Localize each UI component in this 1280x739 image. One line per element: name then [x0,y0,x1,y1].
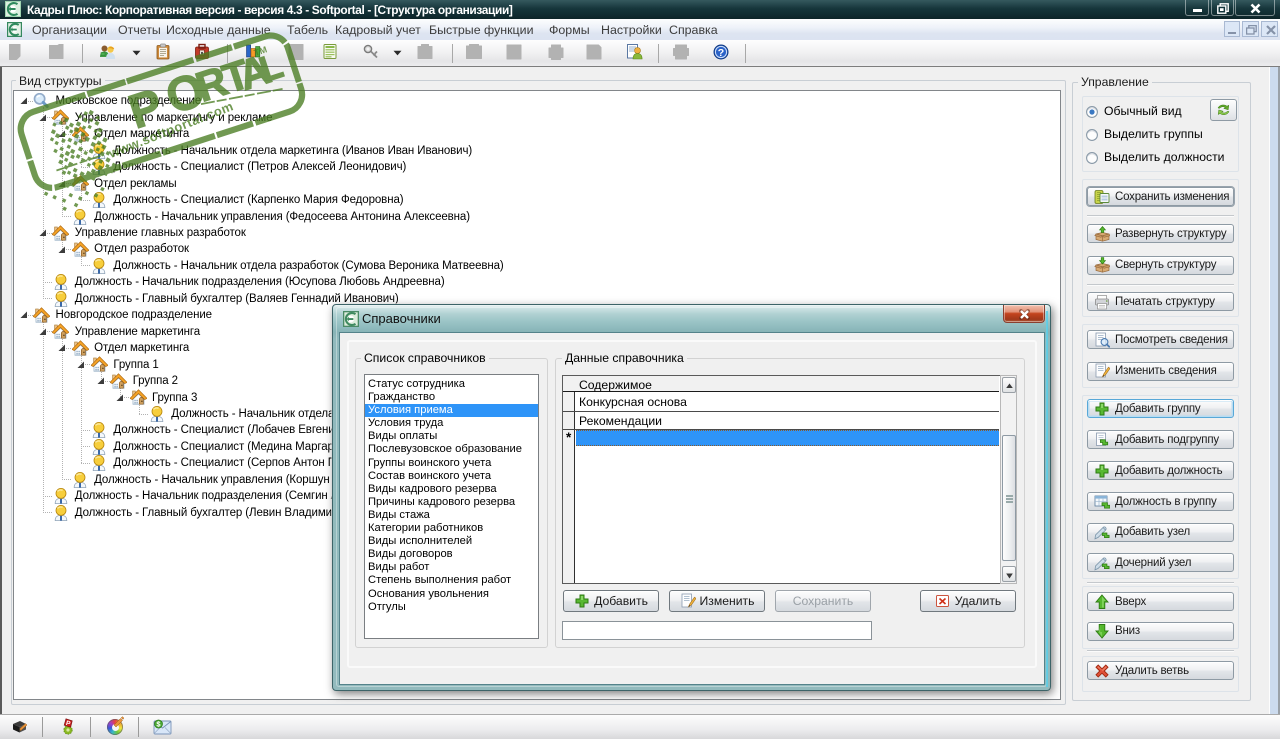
svg-text:?: ? [718,47,724,59]
